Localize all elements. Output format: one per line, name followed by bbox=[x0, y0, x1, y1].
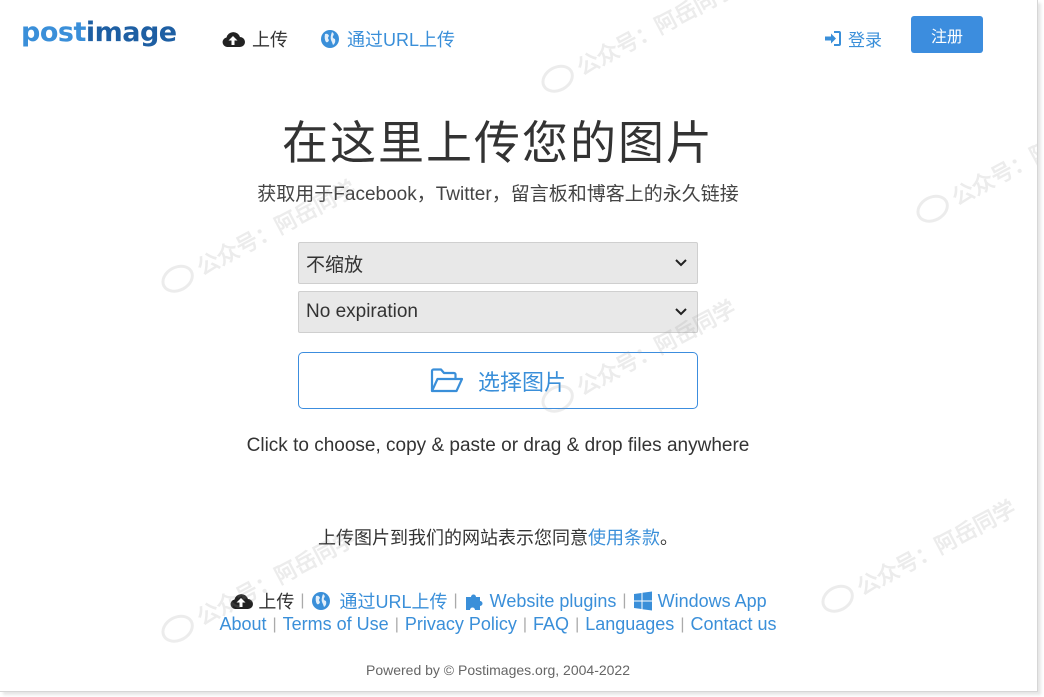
footer-faq-link[interactable]: FAQ bbox=[533, 614, 569, 635]
logo-text-image: image bbox=[85, 17, 177, 48]
footer-windows-app-link[interactable]: Windows App bbox=[633, 591, 767, 612]
footer-languages-link[interactable]: Languages bbox=[585, 614, 674, 635]
terms-notice: 上传图片到我们的网站表示您同意使用条款。 bbox=[0, 524, 996, 550]
wechat-icon bbox=[536, 59, 579, 99]
footer-upload-link[interactable]: 上传 bbox=[229, 588, 294, 614]
separator: | bbox=[522, 615, 528, 633]
footer-plugins-link[interactable]: Website plugins bbox=[464, 590, 617, 612]
expiration-select-value: No expiration bbox=[306, 301, 418, 322]
terms-suffix: 。 bbox=[660, 528, 678, 548]
chevron-down-icon bbox=[675, 259, 687, 267]
globe-icon bbox=[321, 30, 339, 48]
login-link[interactable]: 登录 bbox=[824, 26, 882, 51]
footer-links-primary: 上传 | 通过URL上传 | Website plugins | Windows… bbox=[0, 588, 996, 614]
page-subtitle: 获取用于Facebook，Twitter，留言板和博客上的永久链接 bbox=[257, 184, 739, 205]
footer-upload-label: 上传 bbox=[258, 592, 295, 612]
footer-contact-link[interactable]: Contact us bbox=[690, 614, 776, 635]
separator: | bbox=[394, 615, 399, 633]
logo-text-post: post bbox=[21, 17, 86, 48]
footer-upload-url-link[interactable]: 通过URL上传 bbox=[311, 588, 448, 614]
footer-privacy-link[interactable]: Privacy Policy bbox=[405, 614, 517, 635]
register-button[interactable]: 注册 bbox=[911, 16, 983, 53]
footer-about-link[interactable]: About bbox=[219, 614, 266, 635]
nav-upload-link[interactable]: 上传 bbox=[221, 26, 288, 52]
powered-by: Powered by © Postimages.org, 2004-2022 bbox=[365, 662, 631, 678]
watermark-text: 公众号：阿岳同学 bbox=[572, 0, 740, 81]
separator: | bbox=[453, 592, 458, 609]
cloud-upload-icon bbox=[222, 32, 245, 47]
wechat-icon bbox=[156, 259, 199, 299]
separator: | bbox=[575, 615, 580, 633]
footer-links-secondary: About | Terms of Use | Privacy Policy | … bbox=[0, 614, 996, 635]
puzzle-icon bbox=[465, 594, 483, 610]
separator: | bbox=[680, 615, 685, 633]
chevron-down-icon bbox=[675, 308, 687, 316]
footer-plugins-label: Website plugins bbox=[489, 590, 617, 611]
sign-in-icon bbox=[825, 31, 841, 46]
upload-hint: Click to choose, copy & paste or drag & … bbox=[246, 435, 750, 456]
footer-terms-link[interactable]: Terms of Use bbox=[283, 614, 389, 635]
watermark: 公众号：阿岳同学 bbox=[535, 0, 741, 101]
choose-images-label: 选择图片 bbox=[477, 369, 566, 395]
choose-images-button[interactable]: 选择图片 bbox=[298, 352, 698, 409]
login-label: 登录 bbox=[848, 31, 882, 50]
windows-icon bbox=[633, 591, 652, 611]
cloud-upload-icon bbox=[230, 594, 254, 609]
separator: | bbox=[300, 592, 305, 609]
terms-of-use-link[interactable]: 使用条款 bbox=[588, 528, 660, 548]
nav-upload-url-label: 通过URL上传 bbox=[347, 30, 456, 50]
nav-upload-label: 上传 bbox=[252, 30, 288, 50]
folder-open-icon bbox=[430, 367, 464, 392]
separator: | bbox=[272, 615, 277, 633]
expiration-select[interactable]: No expiration bbox=[298, 291, 698, 333]
page-title: 在这里上传您的图片 bbox=[282, 117, 714, 169]
resize-select-value: 不缩放 bbox=[306, 254, 364, 276]
nav-upload-url-link[interactable]: 通过URL上传 bbox=[320, 26, 455, 52]
resize-select[interactable]: 不缩放 bbox=[298, 242, 698, 284]
terms-prefix: 上传图片到我们的网站表示您同意 bbox=[318, 528, 588, 548]
footer-windows-app-label: Windows App bbox=[657, 590, 767, 611]
separator: | bbox=[622, 592, 627, 609]
footer-upload-url-label: 通过URL上传 bbox=[339, 592, 448, 612]
globe-icon bbox=[311, 592, 330, 610]
browser-page: postimage 上传 通过URL上传 登录 注册 在这里上传您的图片 获取用… bbox=[0, 0, 1038, 692]
postimage-logo[interactable]: postimage bbox=[21, 17, 177, 48]
